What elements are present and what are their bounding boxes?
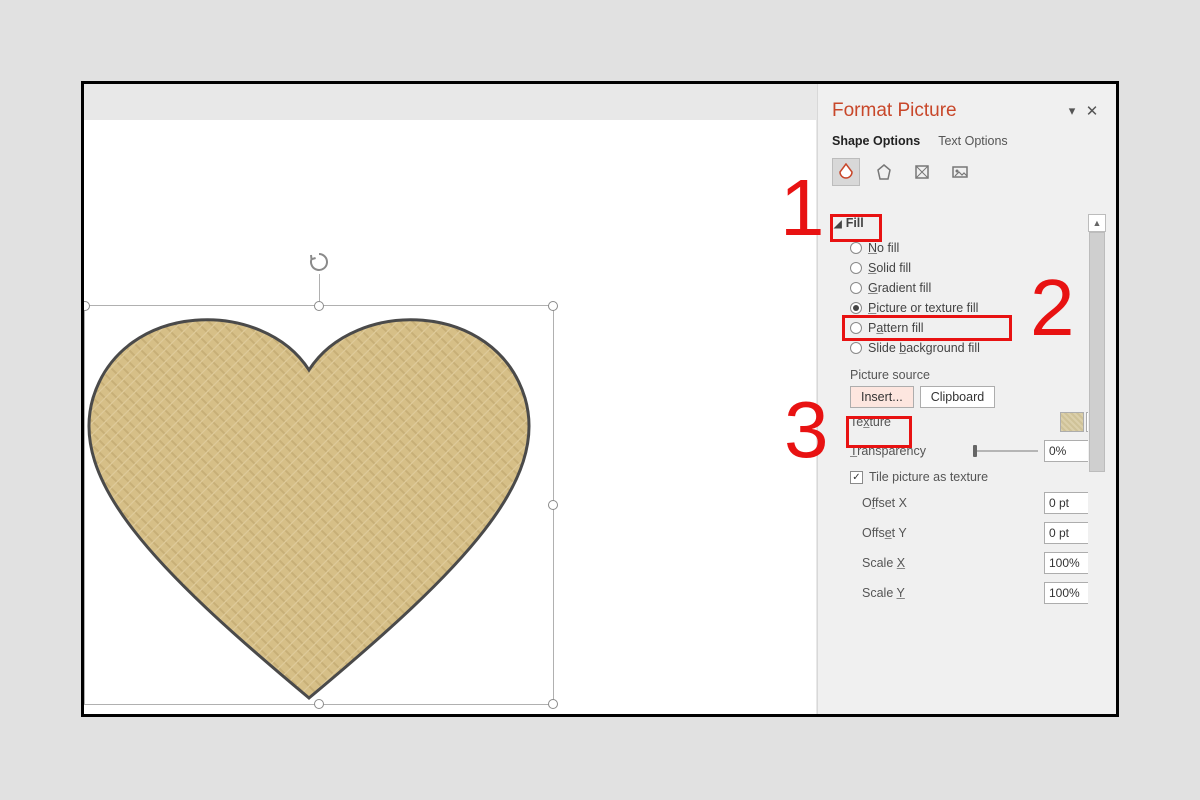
pane-options-icon[interactable]: ▾ xyxy=(1062,103,1082,119)
close-icon[interactable]: ✕ xyxy=(1082,102,1102,120)
pane-scrollbar[interactable]: ▲ xyxy=(1088,214,1106,714)
app-frame: Format Picture ▾ ✕ Shape Options Text Op… xyxy=(81,81,1119,717)
clipboard-button[interactable]: Clipboard xyxy=(920,386,996,408)
tab-shape-options[interactable]: Shape Options xyxy=(832,134,920,148)
radio-slide-background-fill[interactable]: Slide background fill xyxy=(832,338,1102,358)
shape-selection-box[interactable] xyxy=(84,305,554,705)
heart-shape[interactable] xyxy=(81,308,555,704)
rotation-handle[interactable] xyxy=(308,251,330,273)
radio-no-fill[interactable]: No fill xyxy=(832,238,1102,258)
scroll-up-icon[interactable]: ▲ xyxy=(1088,214,1106,232)
offset-x-label: Offset X xyxy=(862,496,907,510)
effects-icon[interactable] xyxy=(870,158,898,186)
pane-tabs: Shape Options Text Options xyxy=(818,128,1116,152)
tab-text-options[interactable]: Text Options xyxy=(938,134,1007,148)
radio-solid-fill[interactable]: Solid fill xyxy=(832,258,1102,278)
scale-y-label: Scale Y xyxy=(862,586,905,600)
size-properties-icon[interactable] xyxy=(908,158,936,186)
picture-source-label: Picture source xyxy=(832,358,1102,386)
radio-pattern-fill[interactable]: Pattern fill xyxy=(832,318,1102,338)
radio-icon xyxy=(850,282,862,294)
radio-icon xyxy=(850,302,862,314)
texture-swatch-icon xyxy=(1060,412,1084,432)
pane-body: ▲ ◢Fill No fill Solid fill Gradient fill… xyxy=(832,214,1102,714)
tile-checkbox[interactable]: ✓ xyxy=(850,471,863,484)
pane-title: Format Picture xyxy=(832,100,1062,122)
radio-gradient-fill[interactable]: Gradient fill xyxy=(832,278,1102,298)
collapse-icon: ◢ xyxy=(834,219,842,230)
radio-icon xyxy=(850,242,862,254)
radio-icon xyxy=(850,322,862,334)
texture-label: Texture xyxy=(850,415,891,429)
format-picture-pane: Format Picture ▾ ✕ Shape Options Text Op… xyxy=(817,84,1116,714)
radio-picture-texture-fill[interactable]: Picture or texture fill xyxy=(832,298,1102,318)
scale-x-label: Scale X xyxy=(862,556,905,570)
radio-icon xyxy=(850,342,862,354)
fill-and-line-icon[interactable] xyxy=(832,158,860,186)
transparency-label: Transparency xyxy=(850,444,926,458)
tile-label: Tile picture as texture xyxy=(869,470,988,484)
section-fill-header[interactable]: ◢Fill xyxy=(832,214,1102,232)
slide-canvas[interactable] xyxy=(84,120,816,714)
insert-button[interactable]: Insert... xyxy=(850,386,914,408)
offset-y-label: Offset Y xyxy=(862,526,907,540)
scroll-thumb[interactable] xyxy=(1089,232,1105,472)
radio-icon xyxy=(850,262,862,274)
picture-icon[interactable] xyxy=(946,158,974,186)
transparency-slider[interactable] xyxy=(976,450,1038,452)
pane-category-icons xyxy=(818,152,1116,196)
